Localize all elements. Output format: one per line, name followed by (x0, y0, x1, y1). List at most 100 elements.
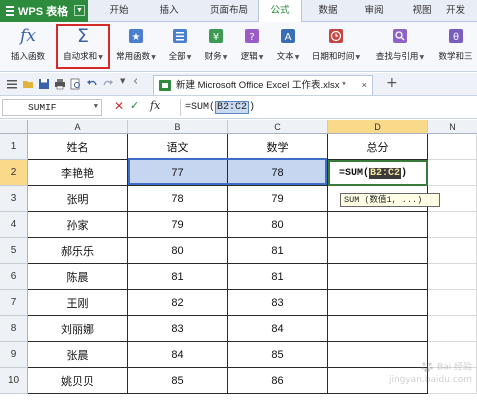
column-header-n[interactable]: N (428, 120, 477, 134)
table-cell[interactable]: 孙家 (28, 212, 128, 238)
row-header[interactable]: 9 (0, 342, 28, 368)
table-cell[interactable]: 81 (228, 264, 328, 290)
quick-access-bar: ▼ ‹ 新建 Microsoft Office Excel 工作表.xlsx *… (0, 73, 477, 96)
table-cell[interactable]: 王刚 (28, 290, 128, 316)
tab-formulas[interactable]: 公式 (258, 0, 302, 23)
table-cell[interactable]: 77 (128, 160, 228, 186)
text-button[interactable]: A 文本▼ (272, 25, 304, 69)
table-cell[interactable]: 85 (228, 342, 328, 368)
header-cell[interactable]: 语文 (128, 134, 228, 160)
table-cell[interactable]: 80 (228, 212, 328, 238)
document-tab[interactable]: 新建 Microsoft Office Excel 工作表.xlsx * × (153, 75, 373, 95)
app-menu-button[interactable]: WPS 表格 ▼ (0, 0, 88, 22)
column-header-a[interactable]: A (28, 120, 128, 134)
table-cell[interactable]: 86 (228, 368, 328, 394)
column-header-d[interactable]: D (328, 120, 428, 134)
table-cell[interactable] (328, 316, 428, 342)
row-header[interactable]: 4 (0, 212, 28, 238)
table-cell[interactable] (328, 212, 428, 238)
empty-cell[interactable] (428, 290, 477, 316)
save-icon[interactable] (38, 78, 50, 90)
redo-icon[interactable] (102, 78, 114, 90)
tab-view[interactable]: 视图 (400, 0, 444, 22)
name-box[interactable]: SUMIF ▼ (2, 99, 102, 116)
chevron-down-icon[interactable]: ▼ (74, 5, 85, 16)
empty-cell[interactable] (428, 212, 477, 238)
table-cell[interactable]: 81 (128, 264, 228, 290)
table-cell[interactable]: 79 (128, 212, 228, 238)
column-header-c[interactable]: C (228, 120, 328, 134)
formula-input[interactable]: =SUM(B2:C2) (180, 99, 475, 116)
tab-review[interactable]: 审阅 (352, 0, 396, 22)
row-header[interactable]: 2 (0, 160, 28, 186)
tab-data[interactable]: 数据 (306, 0, 350, 22)
row-header[interactable]: 6 (0, 264, 28, 290)
header-cell[interactable]: 数学 (228, 134, 328, 160)
table-cell[interactable] (328, 264, 428, 290)
table-cell[interactable]: 84 (228, 316, 328, 342)
confirm-check-icon[interactable]: ✓ (130, 99, 139, 112)
customize-chevron-icon[interactable]: ▼ (120, 77, 125, 85)
header-cell[interactable]: 总分 (328, 134, 428, 160)
table-cell[interactable]: 姚贝贝 (28, 368, 128, 394)
math-trig-button[interactable]: θ 数学和三 (434, 25, 477, 69)
table-cell[interactable]: 陈晨 (28, 264, 128, 290)
undo-icon[interactable] (86, 78, 98, 90)
open-folder-icon[interactable] (22, 78, 34, 90)
table-cell[interactable]: 83 (228, 290, 328, 316)
all-functions-button[interactable]: 全部▼ (164, 25, 196, 69)
new-tab-button[interactable]: + (386, 75, 398, 91)
empty-cell[interactable] (428, 134, 477, 160)
insert-function-fx-button[interactable]: fx (150, 99, 160, 112)
empty-cell[interactable] (428, 238, 477, 264)
empty-cell[interactable] (428, 160, 477, 186)
empty-cell[interactable] (428, 264, 477, 290)
row-header[interactable]: 5 (0, 238, 28, 264)
tab-page-layout[interactable]: 页面布局 (198, 0, 260, 22)
insert-function-button[interactable]: fx 插入函数 (3, 25, 53, 69)
print-preview-icon[interactable] (70, 78, 82, 90)
table-cell[interactable]: 82 (128, 290, 228, 316)
tab-insert[interactable]: 插入 (147, 0, 191, 22)
tab-scroll-left-icon[interactable]: ‹ (133, 74, 138, 89)
financial-button[interactable]: ¥ 财务▼ (200, 25, 232, 69)
chevron-down-icon[interactable]: ▼ (94, 100, 98, 115)
table-cell[interactable]: 张晨 (28, 342, 128, 368)
tab-home[interactable]: 开始 (97, 0, 141, 22)
table-cell[interactable] (328, 290, 428, 316)
table-cell[interactable]: 79 (228, 186, 328, 212)
table-cell[interactable]: 84 (128, 342, 228, 368)
dropdown-arrow-icon: ▼ (419, 54, 425, 61)
dropdown-arrow-icon: ▼ (294, 54, 300, 61)
lookup-reference-button[interactable]: 查找与引用▼ (370, 25, 430, 69)
close-tab-button[interactable]: × (361, 76, 367, 95)
menu-lines-icon[interactable] (6, 78, 18, 90)
table-cell[interactable]: 李艳艳 (28, 160, 128, 186)
empty-cell[interactable] (428, 316, 477, 342)
table-cell[interactable]: 78 (228, 160, 328, 186)
editing-cell[interactable]: =SUM(B2:C2) (328, 160, 428, 186)
common-functions-button[interactable]: ★ 常用函数▼ (112, 25, 160, 69)
row-header[interactable]: 3 (0, 186, 28, 212)
row-header[interactable]: 10 (0, 368, 28, 394)
print-icon[interactable] (54, 78, 66, 90)
table-cell[interactable]: 刘丽娜 (28, 316, 128, 342)
row-header[interactable]: 8 (0, 316, 28, 342)
row-header[interactable]: 1 (0, 134, 28, 160)
table-cell[interactable]: 张明 (28, 186, 128, 212)
select-all-corner[interactable] (0, 120, 28, 134)
tab-developer[interactable]: 开发 (446, 0, 477, 22)
table-cell[interactable]: 83 (128, 316, 228, 342)
table-cell[interactable]: 85 (128, 368, 228, 394)
table-cell[interactable]: 81 (228, 238, 328, 264)
table-cell[interactable]: 郝乐乐 (28, 238, 128, 264)
table-cell[interactable]: 78 (128, 186, 228, 212)
header-cell[interactable]: 姓名 (28, 134, 128, 160)
column-header-b[interactable]: B (128, 120, 228, 134)
table-cell[interactable]: 80 (128, 238, 228, 264)
table-cell[interactable] (328, 238, 428, 264)
datetime-button[interactable]: 日期和时间▼ (306, 25, 366, 69)
logical-button[interactable]: ? 逻辑▼ (236, 25, 268, 69)
cancel-icon[interactable]: ✕ (114, 99, 124, 113)
row-header[interactable]: 7 (0, 290, 28, 316)
